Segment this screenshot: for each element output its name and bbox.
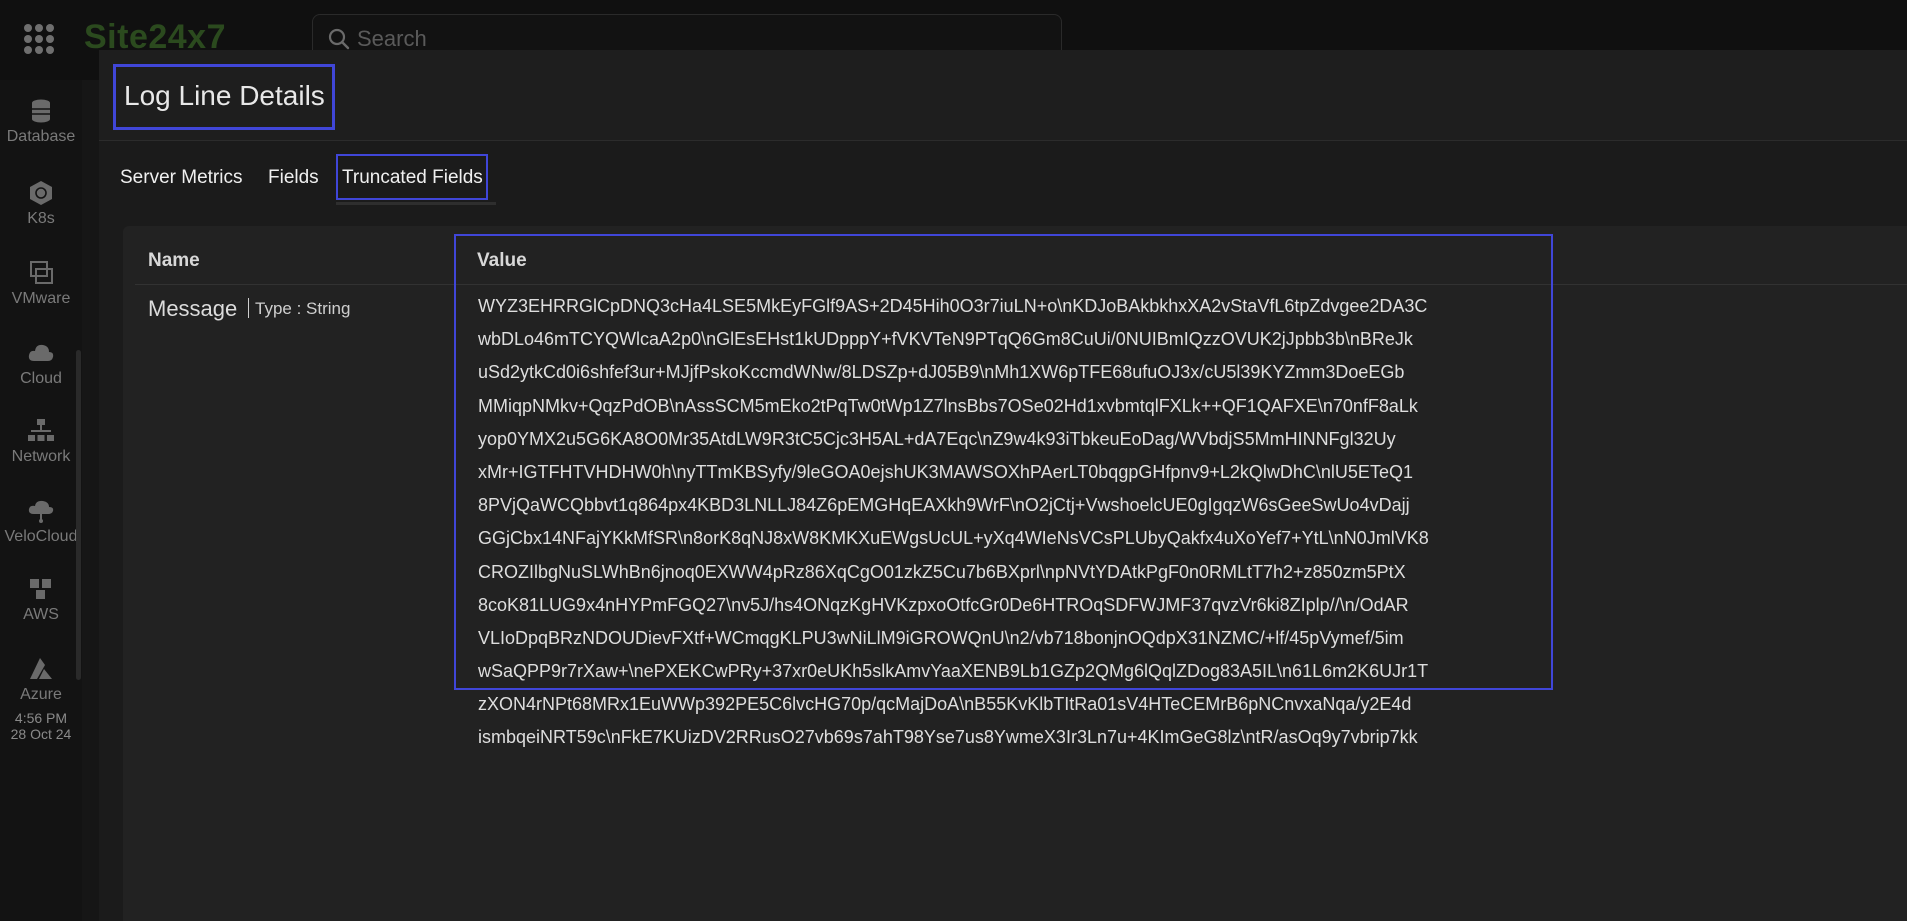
value-line: CROZIlbgNuSLWhBn6jnoq0EXWW4pRz86XqCgO01z… bbox=[478, 561, 1406, 582]
side-navigation: Database K8s VMware Cloud Network VeloCl… bbox=[0, 80, 82, 921]
sidebar-item-azure[interactable]: Azure bbox=[0, 656, 82, 704]
field-name: Message bbox=[148, 296, 238, 321]
value-line: WYZ3EHRRGlCpDNQ3cHa4LSE5MkEyFGlf9AS+2D45… bbox=[478, 296, 1428, 316]
tab-server-metrics[interactable]: Server Metrics bbox=[120, 167, 242, 189]
fields-table: Name Value Message Type : String WYZ3EHR… bbox=[123, 226, 1907, 921]
sidebar-item-label: Network bbox=[11, 448, 71, 465]
field-type: Type : String bbox=[248, 298, 350, 319]
value-line: uSd2ytkCd0i6shfef3ur+MJjfPskoKccmdWNw/8L… bbox=[478, 362, 1405, 383]
sidebar-item-label: Azure bbox=[20, 686, 62, 703]
sidebar-item-label: VeloCloud bbox=[4, 528, 78, 545]
network-icon bbox=[28, 419, 54, 441]
column-header-name: Name bbox=[148, 250, 200, 271]
aws-icon bbox=[30, 579, 51, 599]
value-line: ismbqeiNRT59c\nFkE7KUizDV2RRusO27vb69s7a… bbox=[478, 727, 1418, 748]
app-launcher-icon[interactable] bbox=[24, 24, 54, 54]
active-tab-indicator bbox=[336, 202, 496, 205]
sidebar-item-label: AWS bbox=[23, 606, 59, 623]
value-line: wSaQPP9r7rXaw+\nePXEKCwPRy+37xr0eUKh5slk… bbox=[478, 661, 1429, 682]
value-line: 8PVjQaWCQbbvt1q864px4KBD3LNLLJ84Z6pEMGHq… bbox=[478, 495, 1410, 516]
value-line: MMiqpNMkv+QqzPdOB\nAssSCM5mEko2tPqTw0tWp… bbox=[478, 395, 1418, 416]
value-line: zXON4rNPt68MRx1EuWWp392PE5C6lvcHG70p/qcM… bbox=[478, 694, 1412, 715]
sidebar-item-label: Database bbox=[6, 128, 76, 145]
sidebar-item-label: VMware bbox=[11, 290, 71, 307]
value-line: yop0YMX2u5G6KA8O0Mr35AtdLW9R3tC5Cjc3H5AL… bbox=[478, 428, 1396, 449]
value-line: GGjCbx14NFajYKkMfSR\n8orK8qNJ8xW8KMKXuEW… bbox=[478, 528, 1429, 549]
cloud-icon bbox=[28, 344, 54, 361]
title-highlight-box bbox=[113, 64, 335, 130]
sidebar-item-velocloud[interactable]: VeloCloud bbox=[0, 498, 82, 546]
tab-fields[interactable]: Fields bbox=[268, 167, 319, 189]
sidebar-item-vmware[interactable]: VMware bbox=[0, 260, 82, 308]
search-placeholder: Search bbox=[357, 26, 427, 51]
value-line: xMr+IGTFHTVHDHW0h\nyTTmKBSyfy/9leGOA0ejs… bbox=[478, 461, 1413, 482]
tab-highlight-box bbox=[336, 154, 488, 200]
sidebar-item-network[interactable]: Network bbox=[0, 418, 82, 466]
vmware-icon bbox=[30, 261, 53, 284]
sidebar-item-aws[interactable]: AWS bbox=[0, 576, 82, 624]
log-line-details-modal: Log Line Details Server Metrics Fields T… bbox=[99, 50, 1907, 921]
sidebar-scrollbar[interactable] bbox=[76, 350, 81, 680]
kubernetes-icon bbox=[30, 181, 52, 205]
sidebar-item-k8s[interactable]: K8s bbox=[0, 180, 82, 228]
azure-icon bbox=[30, 658, 52, 679]
database-icon bbox=[32, 99, 50, 123]
value-line: wbDLo46mTCYQWlcaA2p0\nGlEsEHst1kUDpppY+f… bbox=[478, 329, 1413, 350]
field-type-label: Type : String bbox=[255, 299, 351, 318]
clock-date: 28 Oct 24 bbox=[10, 726, 72, 742]
modal-header: Log Line Details bbox=[99, 50, 1907, 141]
sidebar-item-database[interactable]: Database bbox=[0, 98, 82, 146]
field-value[interactable]: WYZ3EHRRGlCpDNQ3cHa4LSE5MkEyFGlf9AS+2D45… bbox=[478, 290, 1907, 921]
sidebar-item-cloud[interactable]: Cloud bbox=[0, 340, 82, 388]
sidebar-item-label: K8s bbox=[27, 210, 55, 227]
clock-time: 4:56 PM bbox=[14, 710, 68, 726]
value-line: VLIoDpqBRzNDOUDievFXtf+WCmqgKLPU3wNiLlM9… bbox=[478, 627, 1404, 648]
search-icon bbox=[328, 28, 350, 50]
value-line: 8coK81LUG9x4nHYPmFGQ27\nv5J/hs4ONqzKgHVK… bbox=[478, 594, 1409, 615]
type-divider bbox=[248, 298, 249, 318]
sidebar-item-label: Cloud bbox=[20, 370, 62, 387]
velocloud-icon bbox=[28, 500, 54, 523]
